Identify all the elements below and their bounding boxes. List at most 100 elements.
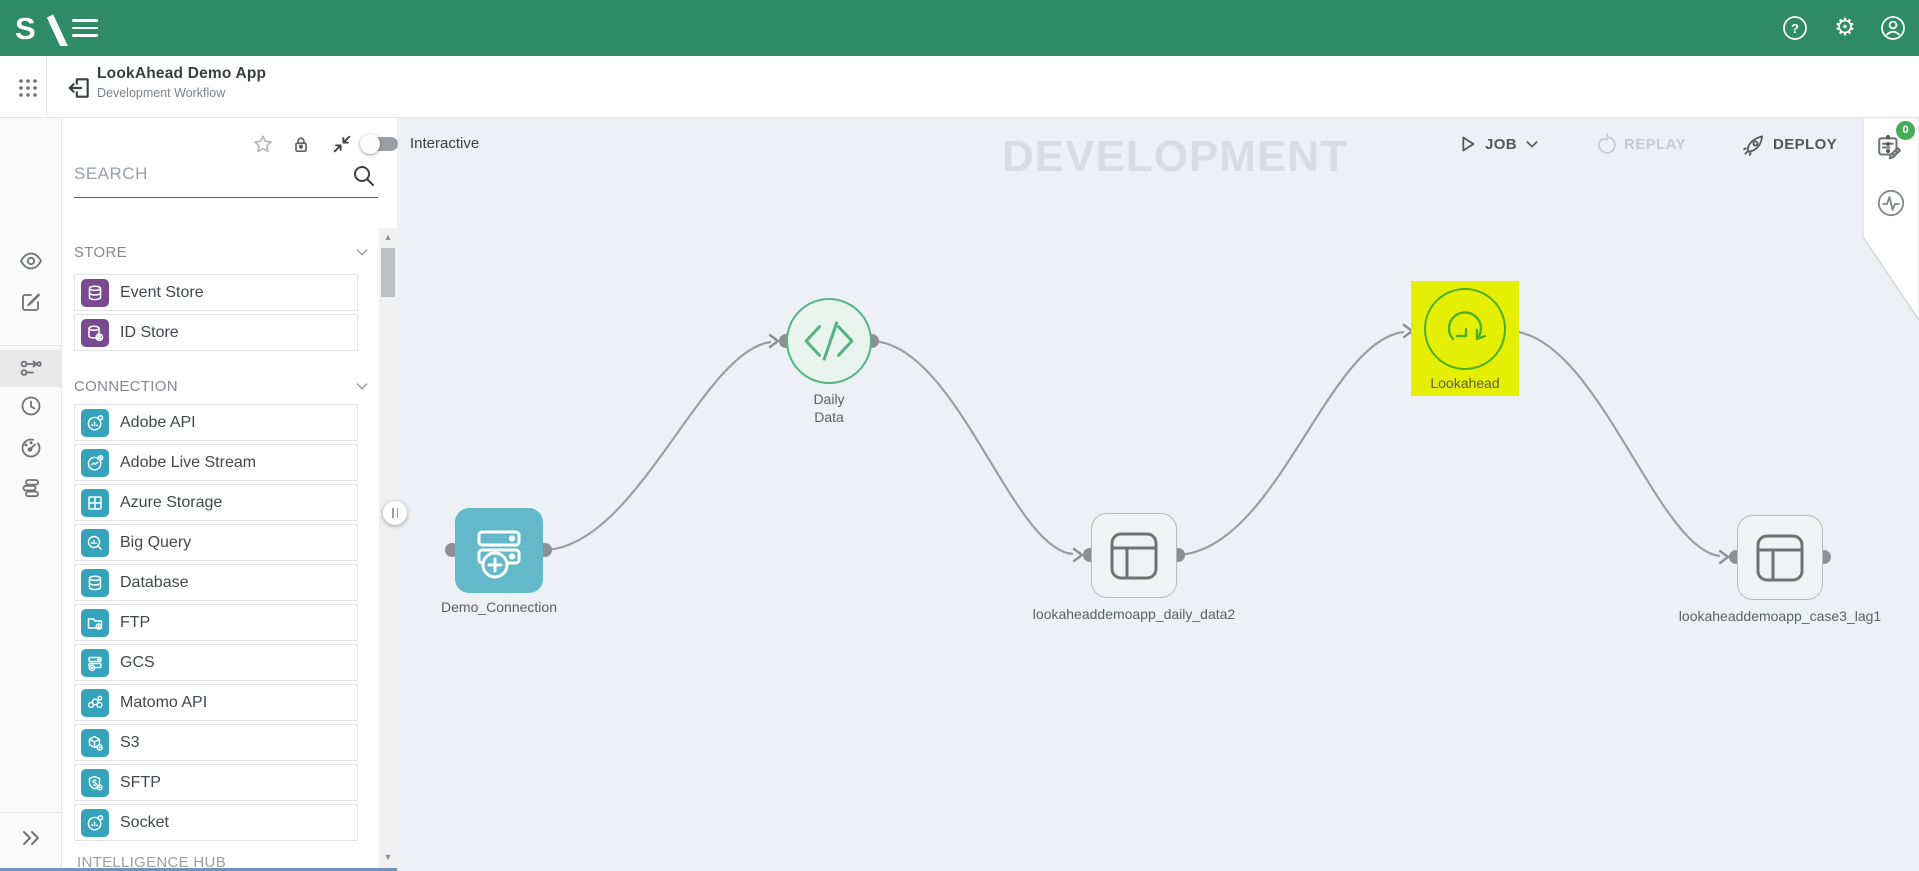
azure-storage-icon bbox=[81, 489, 109, 517]
workflow-toolbar: LookAhead Demo App Development Workflow bbox=[0, 56, 1919, 118]
lock-icon[interactable] bbox=[291, 134, 311, 158]
monitor-gauge-icon[interactable] bbox=[19, 436, 43, 460]
sftp-icon bbox=[81, 769, 109, 797]
palette-item-sftp[interactable]: SFTP bbox=[74, 764, 358, 801]
edit-icon[interactable] bbox=[19, 290, 43, 314]
section-header-connection[interactable]: CONNECTION bbox=[74, 376, 370, 396]
arrowhead-icon bbox=[770, 335, 778, 347]
chevron-down-icon bbox=[354, 244, 370, 260]
node-lookahead[interactable]: Lookahead bbox=[1411, 281, 1519, 396]
app-bar: S ? ⚙ bbox=[0, 0, 1919, 56]
search-field bbox=[74, 158, 378, 198]
module-rail bbox=[0, 118, 62, 871]
job-button[interactable]: JOB bbox=[1456, 122, 1540, 166]
matomo-api-icon bbox=[81, 689, 109, 717]
search-icon[interactable] bbox=[352, 164, 376, 193]
node-label: Demo_Connection bbox=[397, 599, 619, 615]
node-daily-data2-dataset[interactable] bbox=[1091, 513, 1177, 598]
scrollbar-thumb[interactable] bbox=[381, 248, 395, 297]
rail-divider bbox=[0, 812, 62, 813]
node-daily-data[interactable] bbox=[786, 298, 872, 384]
node-label: lookaheaddemoapp_daily_data2 bbox=[984, 606, 1284, 622]
section-header-store[interactable]: STORE bbox=[74, 242, 370, 262]
palette-item-database[interactable]: Database bbox=[74, 564, 358, 601]
workflow-title-block: LookAhead Demo App Development Workflow bbox=[97, 65, 266, 100]
pipeline-designer-icon[interactable] bbox=[19, 356, 43, 380]
palette-item-socket[interactable]: Socket bbox=[74, 804, 358, 841]
view-eye-icon[interactable] bbox=[19, 249, 43, 273]
page-title: LookAhead Demo App bbox=[97, 65, 266, 83]
gcs-icon bbox=[81, 649, 109, 677]
palette-scrollbar[interactable]: ▲ ▼ bbox=[379, 228, 397, 871]
menu-icon[interactable] bbox=[72, 19, 98, 37]
database-icon bbox=[81, 569, 109, 597]
rocket-icon bbox=[1743, 133, 1766, 156]
palette-item-event-store[interactable]: Event Store bbox=[74, 274, 358, 311]
dataset-table-icon bbox=[1755, 533, 1805, 583]
palette-item-s3[interactable]: S3 bbox=[74, 724, 358, 761]
ftp-icon bbox=[81, 609, 109, 637]
palette-item-ftp[interactable]: FTP bbox=[74, 604, 358, 641]
dataset-table-icon bbox=[1109, 531, 1159, 581]
edge-lookahead-to-case3 bbox=[1510, 331, 1720, 556]
arrowhead-icon bbox=[1720, 551, 1728, 563]
edge-layer bbox=[397, 118, 1919, 871]
edge-demo-to-daily bbox=[544, 342, 771, 550]
exit-workflow-icon[interactable] bbox=[66, 75, 92, 104]
favorite-star-icon[interactable] bbox=[252, 133, 274, 158]
processor-loop-icon bbox=[1423, 287, 1507, 371]
notes-count-badge: 0 bbox=[1896, 121, 1915, 140]
chevron-down-icon bbox=[1524, 136, 1540, 152]
expand-panel-chevrons-icon[interactable] bbox=[19, 826, 43, 850]
event-store-icon bbox=[81, 279, 109, 307]
arrowhead-icon bbox=[1074, 549, 1082, 561]
search-input[interactable] bbox=[74, 158, 342, 190]
palette-item-matomo-api[interactable]: Matomo API bbox=[74, 684, 358, 721]
schedule-clock-icon[interactable] bbox=[19, 394, 43, 418]
toolbar-divider bbox=[46, 56, 47, 118]
interactive-toggle[interactable] bbox=[360, 134, 400, 154]
scroll-up-icon[interactable]: ▲ bbox=[379, 232, 397, 242]
scroll-down-icon[interactable]: ▼ bbox=[379, 852, 397, 862]
code-node-icon bbox=[788, 298, 870, 384]
node-demo-connection[interactable] bbox=[455, 508, 543, 593]
edge-dailydata2-to-lookahead bbox=[1178, 332, 1404, 555]
workflow-canvas[interactable]: DEVELOPMENT bbox=[397, 118, 1919, 871]
interactive-toggle-label: Interactive bbox=[410, 122, 479, 166]
deploy-button[interactable]: DEPLOY bbox=[1743, 122, 1837, 166]
activity-pulse-icon[interactable] bbox=[1877, 189, 1905, 220]
collapse-panels-icon[interactable] bbox=[331, 133, 353, 158]
page-subtitle: Development Workflow bbox=[97, 86, 266, 100]
node-label: Lookahead bbox=[1411, 375, 1519, 391]
account-avatar-icon[interactable] bbox=[1879, 14, 1907, 42]
palette-item-adobe-live-stream[interactable]: Adobe Live Stream bbox=[74, 444, 358, 481]
panel-resize-handle[interactable] bbox=[383, 501, 407, 525]
svg-text:?: ? bbox=[1791, 21, 1799, 36]
rail-divider bbox=[0, 345, 62, 346]
adobe-api-icon bbox=[81, 409, 109, 437]
s3-icon bbox=[81, 729, 109, 757]
edge-daily-to-dailydata2 bbox=[872, 341, 1073, 554]
more-options-kebab-icon[interactable] bbox=[1882, 130, 1894, 158]
play-icon bbox=[1456, 133, 1478, 155]
help-icon[interactable]: ? bbox=[1781, 14, 1809, 42]
palette-item-azure-storage[interactable]: Azure Storage bbox=[74, 484, 358, 521]
replay-icon bbox=[1596, 134, 1617, 155]
palette-item-id-store[interactable]: ID Store bbox=[74, 314, 358, 351]
apps-grid-icon[interactable] bbox=[16, 76, 40, 103]
app-window: S ? ⚙ bbox=[0, 0, 1919, 871]
svg-text:S: S bbox=[15, 11, 36, 46]
node-case3-lag1-dataset[interactable] bbox=[1737, 515, 1823, 600]
palette-item-big-query[interactable]: Big Query bbox=[74, 524, 358, 561]
palette-item-adobe-api[interactable]: Adobe API bbox=[74, 404, 358, 441]
settings-gear-icon[interactable]: ⚙ bbox=[1831, 14, 1859, 42]
big-query-icon bbox=[81, 529, 109, 557]
id-store-icon bbox=[81, 319, 109, 347]
adobe-live-stream-icon bbox=[81, 449, 109, 477]
layers-stack-icon[interactable] bbox=[19, 476, 43, 500]
node-label: Daily Data bbox=[729, 390, 929, 426]
module-palette: STORE Event Store bbox=[62, 118, 397, 871]
node-label: lookaheaddemoapp_case3_lag1 bbox=[1630, 608, 1919, 624]
palette-item-gcs[interactable]: GCS bbox=[74, 644, 358, 681]
brand-logo: S bbox=[14, 10, 72, 51]
